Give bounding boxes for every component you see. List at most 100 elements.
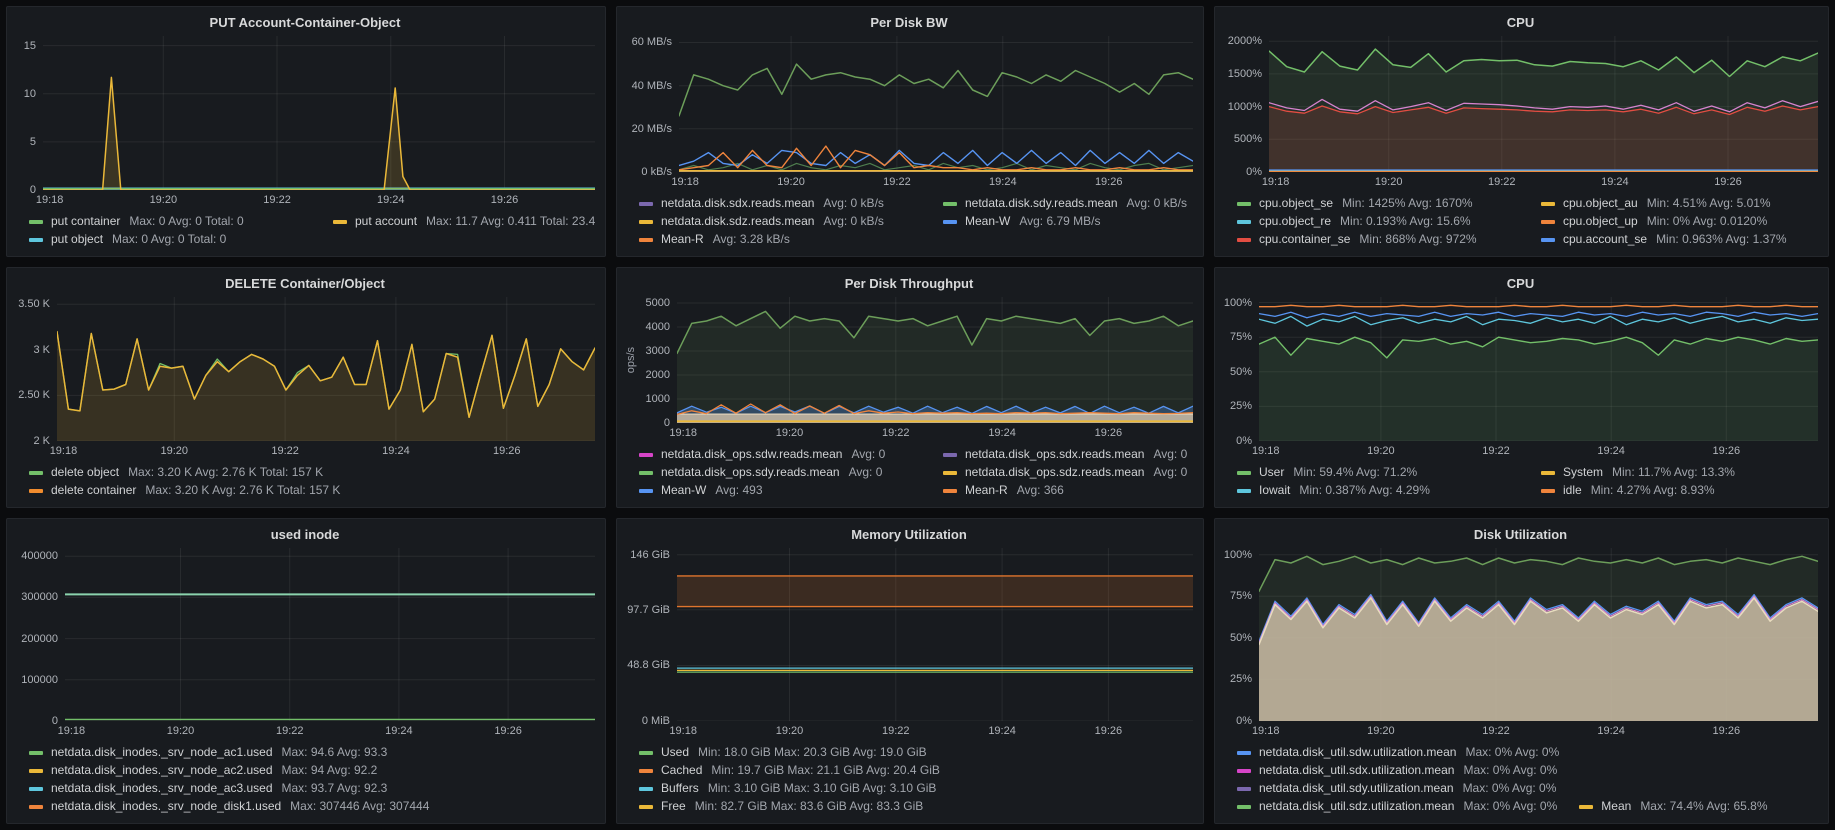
legend-item[interactable]: idle Min: 4.27% Avg: 8.93% (1541, 482, 1715, 499)
legend-item[interactable]: Mean-R Avg: 366 (943, 482, 1064, 499)
legend-item[interactable]: Mean Max: 74.4% Avg: 65.8% (1579, 798, 1768, 815)
legend-row: cpu.container_se Min: 868% Avg: 972% cpu.a… (1237, 231, 1818, 248)
legend-item[interactable]: put account Max: 11.7 Avg: 0.411 Total: 2… (333, 213, 595, 230)
y-tick-label: 5 (29, 135, 36, 148)
legend-swatch (1237, 804, 1251, 809)
legend-item[interactable]: netdata.disk_inodes._srv_node_ac2.used Ma… (29, 762, 377, 779)
legend-item[interactable]: netdata.disk.sdy.reads.mean Avg: 0 kB/s (943, 195, 1187, 212)
y-tick-label: 146 GiB (630, 548, 670, 561)
legend-label: cpu.object_au (1563, 196, 1638, 210)
chart-plot[interactable] (1269, 36, 1818, 172)
chart-area: 0 MiB 48.8 GiB 97.7 GiB 146 GiB 19:18 19:20 1… (625, 548, 1193, 738)
dashboard-grid: PUT Account-Container-Object 0 5 10 15 19:1… (0, 0, 1835, 830)
legend-stats: Max: 0 Avg: 0 Total: 0 (112, 232, 227, 246)
legend-item[interactable]: cpu.object_au Min: 4.51% Avg: 5.01% (1541, 195, 1771, 212)
legend-label: delete container (51, 483, 137, 497)
legend-item[interactable]: Free Min: 82.7 GiB Max: 83.6 GiB Avg: 83.… (639, 798, 923, 815)
x-tick-label: 19:24 (988, 427, 1016, 439)
y-tick-label: 3.50 K (18, 298, 50, 311)
panel-title[interactable]: Memory Utilization (625, 525, 1193, 548)
legend-item[interactable]: delete container Max: 3.20 K Avg: 2.76 K … (29, 482, 340, 499)
legend-label: Used (661, 745, 690, 759)
legend-row: netdata.disk_inodes._srv_node_ac1.used Ma… (29, 744, 595, 761)
legend-row: Mean-R Avg: 3.28 kB/s (639, 231, 1193, 248)
legend-item[interactable]: Mean-W Avg: 6.79 MB/s (943, 213, 1101, 230)
legend-item[interactable]: Buffers Min: 3.10 GiB Max: 3.10 GiB Avg: … (639, 780, 936, 797)
y-tick-label: 50% (1229, 631, 1252, 644)
legend-item[interactable]: netdata.disk.sdx.reads.mean Avg: 0 kB/s (639, 195, 921, 212)
x-tick-label: 19:18 (669, 725, 697, 737)
panel-title[interactable]: CPU (1223, 274, 1818, 297)
chart-plot[interactable] (679, 36, 1193, 172)
legend-label: netdata.disk.sdz.reads.mean (661, 214, 815, 228)
y-axis: 0 100000 200000 300000 400000 (15, 548, 65, 727)
chart-plot[interactable] (57, 297, 595, 441)
legend-stats: Max: 94 Avg: 92.2 (281, 763, 378, 777)
chart-plot[interactable] (65, 548, 595, 721)
legend-item[interactable]: netdata.disk.sdz.reads.mean Avg: 0 kB/s (639, 213, 921, 230)
legend-item[interactable]: netdata.disk_ops.sdw.reads.mean Avg: 0 (639, 446, 921, 463)
y-axis: 0% 25% 50% 75% 100% (1223, 548, 1259, 727)
legend-stats: Avg: 366 (1016, 483, 1064, 497)
legend-item[interactable]: cpu.container_se Min: 868% Avg: 972% (1237, 231, 1519, 248)
panel-title[interactable]: used inode (15, 525, 595, 548)
legend-item[interactable]: netdata.disk_inodes._srv_node_disk1.used… (29, 798, 429, 815)
x-tick-label: 19:18 (669, 427, 697, 439)
legend-item[interactable]: User Min: 59.4% Avg: 71.2% (1237, 464, 1519, 481)
legend-label: cpu.object_se (1259, 196, 1334, 210)
chart-plot[interactable] (43, 36, 595, 190)
legend-item[interactable]: System Min: 11.7% Avg: 13.3% (1541, 464, 1735, 481)
x-tick-label: 19:24 (1597, 725, 1625, 737)
legend-item[interactable]: Iowait Min: 0.387% Avg: 4.29% (1237, 482, 1519, 499)
chart-plot[interactable] (677, 297, 1193, 423)
legend-item[interactable]: cpu.object_se Min: 1425% Avg: 1670% (1237, 195, 1519, 212)
legend-item[interactable]: netdata.disk_ops.sdy.reads.mean Avg: 0 (639, 464, 921, 481)
legend-item[interactable]: cpu.object_re Min: 0.193% Avg: 15.6% (1237, 213, 1519, 230)
legend-item[interactable]: cpu.account_se Min: 0.963% Avg: 1.37% (1541, 231, 1787, 248)
chart-plot[interactable] (1259, 297, 1818, 441)
chart-area: ops/s 0 1000 2000 3000 4000 5000 19:18 19:20 19… (625, 297, 1193, 440)
panel-title[interactable]: PUT Account-Container-Object (15, 13, 595, 36)
legend-item[interactable]: delete object Max: 3.20 K Avg: 2.76 K Tot… (29, 464, 323, 481)
legend-stats: Min: 0.387% Avg: 4.29% (1299, 483, 1430, 497)
legend-item[interactable]: put object Max: 0 Avg: 0 Total: 0 (29, 231, 226, 248)
legend-item[interactable]: Used Min: 18.0 GiB Max: 20.3 GiB Avg: 19.… (639, 744, 927, 761)
legend-row: netdata.disk_inodes._srv_node_ac3.used Ma… (29, 780, 595, 797)
legend-item[interactable]: Cached Min: 19.7 GiB Max: 21.1 GiB Avg: 2… (639, 762, 940, 779)
legend-item[interactable]: netdata.disk_inodes._srv_node_ac1.used Ma… (29, 744, 387, 761)
panel-memory-utilization: Memory Utilization 0 MiB 48.8 GiB 97.7 GiB… (616, 518, 1204, 824)
legend-item[interactable]: Mean-W Avg: 493 (639, 482, 921, 499)
legend-label: cpu.container_se (1259, 232, 1351, 246)
legend-label: delete object (51, 465, 120, 479)
legend-item[interactable]: netdata.disk_util.sdw.utilization.mean Ma… (1237, 744, 1559, 761)
legend-label: User (1259, 465, 1285, 479)
x-tick-label: 19:26 (1712, 445, 1741, 457)
legend-item[interactable]: put container Max: 0 Avg: 0 Total: 0 (29, 213, 311, 230)
panel-title[interactable]: DELETE Container/Object (15, 274, 595, 297)
legend-swatch (29, 237, 43, 242)
legend-item[interactable]: netdata.disk_util.sdx.utilization.mean Ma… (1237, 762, 1557, 779)
y-tick-label: 48.8 GiB (627, 659, 670, 672)
chart-plot[interactable] (1259, 548, 1818, 721)
y-tick-label: 50% (1229, 365, 1252, 378)
x-axis: 19:18 19:20 19:22 19:24 19:26 (1252, 441, 1818, 458)
legend: netdata.disk_util.sdw.utilization.mean Ma… (1237, 743, 1818, 815)
panel-title[interactable]: Per Disk BW (625, 13, 1193, 36)
legend-item[interactable]: netdata.disk_util.sdy.utilization.mean Ma… (1237, 780, 1556, 797)
legend-item[interactable]: netdata.disk_inodes._srv_node_ac3.used Ma… (29, 780, 387, 797)
legend-item[interactable]: cpu.object_up Min: 0% Avg: 0.0120% (1541, 213, 1767, 230)
chart-plot[interactable] (677, 548, 1193, 721)
legend-label: Mean (1601, 799, 1632, 813)
panel-title[interactable]: Disk Utilization (1223, 525, 1818, 548)
panel-title[interactable]: Per Disk Throughput (625, 274, 1193, 297)
panel-title[interactable]: CPU (1223, 13, 1818, 36)
legend-stats: Max: 0% Avg: 0% (1462, 781, 1557, 795)
legend-swatch (639, 768, 653, 773)
x-tick-label: 19:20 (160, 445, 189, 457)
legend-item[interactable]: netdata.disk_ops.sdz.reads.mean Avg: 0 (943, 464, 1187, 481)
chart-canvas (57, 297, 595, 441)
x-tick-label: 19:24 (382, 445, 410, 457)
legend-item[interactable]: netdata.disk_util.sdz.utilization.mean Ma… (1237, 798, 1557, 815)
legend-item[interactable]: Mean-R Avg: 3.28 kB/s (639, 231, 790, 248)
legend-item[interactable]: netdata.disk_ops.sdx.reads.mean Avg: 0 (943, 446, 1187, 463)
